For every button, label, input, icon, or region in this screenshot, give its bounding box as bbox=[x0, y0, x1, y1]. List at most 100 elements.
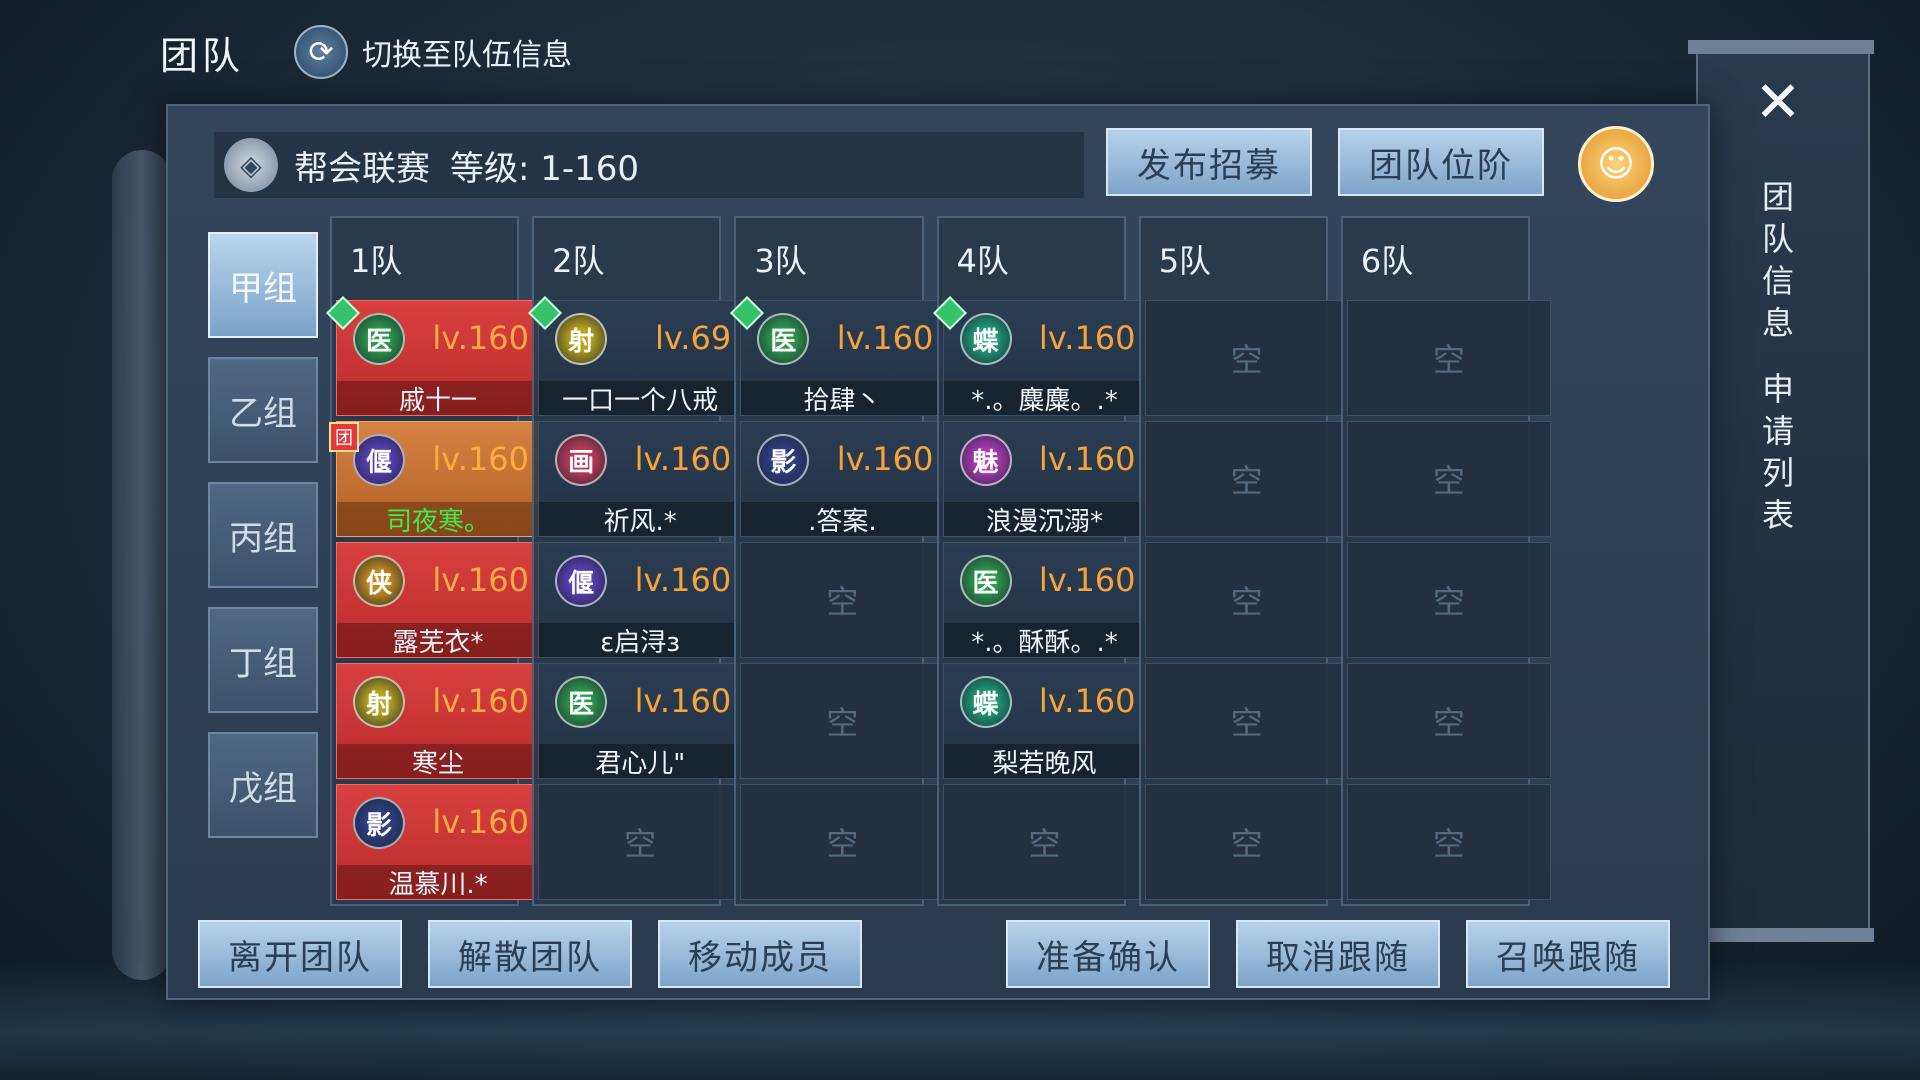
member-level: lv.160 bbox=[1038, 319, 1136, 357]
empty-slot[interactable]: 空 bbox=[538, 784, 743, 900]
class-icon: 影 bbox=[353, 797, 405, 849]
class-icon: 侠 bbox=[353, 555, 405, 607]
team-column-2: 2队射 lv.69 一口一个八戒画 lv.160 祈风.* 偃 lv.160 ε启浔з 医 lv.… bbox=[528, 216, 743, 906]
member-level: lv.160 bbox=[1038, 682, 1136, 720]
member-level: lv.160 bbox=[432, 803, 529, 841]
add-friend-icon[interactable]: ☺ bbox=[1578, 126, 1654, 202]
member-name: 浪漫沉溺* bbox=[943, 502, 1146, 537]
leader-flag-icon: 团 bbox=[329, 422, 359, 452]
gem-icon bbox=[932, 296, 967, 330]
scroll-rod-top bbox=[1688, 40, 1874, 54]
empty-slot[interactable]: 空 bbox=[1144, 300, 1349, 416]
member-name: 温慕川.* bbox=[337, 865, 539, 900]
team-label: 1队 bbox=[350, 242, 403, 280]
empty-slot[interactable]: 空 bbox=[1346, 663, 1551, 779]
empty-slot[interactable]: 空 bbox=[1346, 542, 1551, 658]
publish-recruit-button[interactable]: 发布招募 bbox=[1106, 128, 1312, 196]
empty-slot[interactable]: 空 bbox=[740, 784, 945, 900]
team-label: 3队 bbox=[754, 242, 807, 280]
league-level: 等级: 1-160 bbox=[450, 148, 640, 189]
class-icon: 偃 bbox=[353, 434, 405, 486]
member-level: lv.160 bbox=[432, 561, 529, 599]
member-name: .答案. bbox=[741, 502, 944, 537]
empty-slot[interactable]: 空 bbox=[1346, 784, 1551, 900]
empty-slot[interactable]: 空 bbox=[740, 663, 945, 779]
group-tab-2[interactable]: 乙组 bbox=[208, 357, 318, 463]
empty-slot[interactable]: 空 bbox=[1144, 663, 1349, 779]
member-slot[interactable]: 医 lv.160 戚十一 bbox=[326, 296, 540, 416]
member-name: 一口一个八戒 bbox=[539, 381, 742, 416]
empty-slot[interactable]: 空 bbox=[1346, 421, 1551, 537]
class-icon: 魅 bbox=[959, 434, 1012, 486]
member-slot[interactable]: 偃 lv.160 ε启浔з bbox=[538, 542, 743, 658]
group-tab-4[interactable]: 丁组 bbox=[208, 607, 318, 713]
league-header: ◈ 帮会联赛 等级: 1-160 bbox=[214, 132, 1084, 198]
class-icon: 蝶 bbox=[959, 313, 1012, 365]
group-tab-3[interactable]: 丙组 bbox=[208, 482, 318, 588]
group-tab-1[interactable]: 甲组 bbox=[208, 232, 318, 338]
member-slot[interactable]: 魅 lv.160 浪漫沉溺* bbox=[942, 421, 1147, 537]
class-icon: 射 bbox=[555, 313, 608, 365]
team-label: 5队 bbox=[1158, 242, 1212, 280]
member-name: 君心儿" bbox=[539, 744, 742, 779]
team-grid: 1队医 lv.160 戚十一偃团 lv.160 司夜寒。侠 lv.160 露芜衣* 射 lv.1… bbox=[326, 216, 1551, 906]
switch-to-team-info-button[interactable]: ⟳ 切换至队伍信息 bbox=[294, 25, 572, 79]
gem-icon bbox=[326, 296, 360, 330]
ready-check-button[interactable]: 准备确认 bbox=[1006, 920, 1210, 988]
team-column-4: 4队蝶 lv.160 *.。麋麋。.* 魅 lv.160 浪漫沉溺* 医 lv.160 *.。酥… bbox=[932, 216, 1147, 906]
class-icon: 影 bbox=[757, 434, 810, 486]
member-slot[interactable]: 医 lv.160 拾肆丶 bbox=[730, 296, 945, 416]
class-icon: 射 bbox=[353, 676, 405, 728]
member-name: 拾肆丶 bbox=[741, 381, 944, 416]
member-slot[interactable]: 侠 lv.160 露芜衣* bbox=[336, 542, 540, 658]
empty-slot[interactable]: 空 bbox=[1144, 784, 1349, 900]
team-rank-button[interactable]: 团队位阶 bbox=[1338, 128, 1544, 196]
member-slot[interactable]: 射 lv.160 寒尘 bbox=[336, 663, 540, 779]
member-slot[interactable]: 蝶 lv.160 梨若晚风 bbox=[942, 663, 1147, 779]
member-slot[interactable]: 医 lv.160 *.。酥酥。.* bbox=[942, 542, 1147, 658]
member-name: 露芜衣* bbox=[337, 623, 539, 658]
top-bar: 团队 ⟳ 切换至队伍信息 bbox=[160, 22, 572, 82]
member-slot[interactable]: 影 lv.160 .答案. bbox=[740, 421, 945, 537]
tab-apply-list[interactable]: 申请列表 bbox=[1756, 368, 1800, 536]
empty-slot[interactable]: 空 bbox=[1144, 542, 1349, 658]
gem-icon bbox=[528, 296, 563, 330]
team-panel: ◈ 帮会联赛 等级: 1-160 发布招募 团队位阶 ☺ 甲组 乙组 丙组 丁组 戊组 … bbox=[166, 104, 1710, 1000]
class-icon: 画 bbox=[555, 434, 608, 486]
empty-slot[interactable]: 空 bbox=[942, 784, 1147, 900]
member-level: lv.160 bbox=[634, 440, 732, 478]
team-label: 6队 bbox=[1360, 242, 1414, 280]
close-icon[interactable]: ✕ bbox=[1748, 70, 1808, 135]
empty-slot[interactable]: 空 bbox=[1144, 421, 1349, 537]
switch-label: 切换至队伍信息 bbox=[362, 38, 573, 73]
member-name: *.。酥酥。.* bbox=[943, 623, 1146, 658]
scroll-decoration-left bbox=[112, 150, 172, 980]
window-title: 团队 bbox=[160, 33, 245, 78]
team-label: 2队 bbox=[552, 242, 605, 280]
empty-slot[interactable]: 空 bbox=[740, 542, 945, 658]
refresh-icon: ⟳ bbox=[294, 25, 349, 79]
summon-follow-button[interactable]: 召唤跟随 bbox=[1466, 920, 1670, 988]
member-level: lv.160 bbox=[1038, 561, 1136, 599]
member-name: 司夜寒。 bbox=[337, 502, 539, 537]
member-slot[interactable]: 医 lv.160 君心儿" bbox=[538, 663, 743, 779]
disband-team-button[interactable]: 解散团队 bbox=[428, 920, 632, 988]
team-column-6: 6队空空空空空 bbox=[1340, 216, 1551, 906]
empty-slot[interactable]: 空 bbox=[1346, 300, 1551, 416]
move-member-button[interactable]: 移动成员 bbox=[658, 920, 862, 988]
member-level: lv.160 bbox=[634, 682, 732, 720]
tab-team-info[interactable]: 团队信息 bbox=[1756, 176, 1800, 344]
member-slot[interactable]: 影 lv.160 温慕川.* bbox=[336, 784, 540, 900]
member-level: lv.160 bbox=[836, 440, 934, 478]
member-level: lv.160 bbox=[432, 682, 529, 720]
member-slot[interactable]: 射 lv.69 一口一个八戒 bbox=[528, 296, 743, 416]
gem-icon bbox=[730, 296, 765, 330]
member-slot[interactable]: 蝶 lv.160 *.。麋麋。.* bbox=[932, 296, 1147, 416]
scroll-rod-bottom bbox=[1688, 928, 1874, 942]
member-slot[interactable]: 偃团 lv.160 司夜寒。 bbox=[329, 421, 540, 537]
cancel-follow-button[interactable]: 取消跟随 bbox=[1236, 920, 1440, 988]
member-level: lv.160 bbox=[634, 561, 732, 599]
leave-team-button[interactable]: 离开团队 bbox=[198, 920, 402, 988]
member-slot[interactable]: 画 lv.160 祈风.* bbox=[538, 421, 743, 537]
group-tab-5[interactable]: 戊组 bbox=[208, 732, 318, 838]
